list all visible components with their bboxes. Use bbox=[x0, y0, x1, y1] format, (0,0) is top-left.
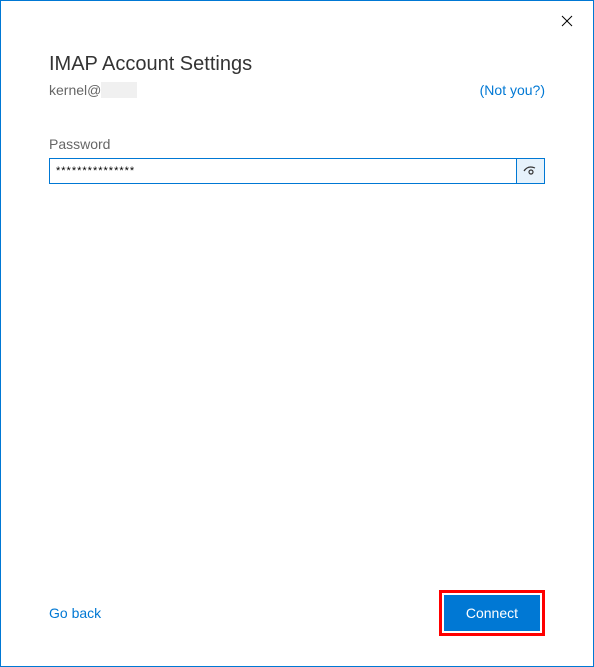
header-row: kernel@ (Not you?) bbox=[49, 82, 545, 98]
close-button[interactable] bbox=[557, 11, 577, 31]
email-prefix: kernel@ bbox=[49, 82, 101, 98]
password-input[interactable] bbox=[50, 159, 516, 183]
not-you-link[interactable]: (Not you?) bbox=[480, 82, 545, 98]
password-field-container bbox=[49, 158, 545, 184]
email-display: kernel@ bbox=[49, 82, 137, 98]
footer: Go back Connect bbox=[49, 590, 545, 636]
connect-highlight: Connect bbox=[439, 590, 545, 636]
email-domain-redacted bbox=[101, 82, 137, 98]
connect-button[interactable]: Connect bbox=[444, 595, 540, 631]
password-label: Password bbox=[49, 136, 545, 152]
page-title: IMAP Account Settings bbox=[49, 53, 545, 76]
close-icon bbox=[561, 15, 573, 27]
reveal-password-button[interactable] bbox=[516, 159, 544, 183]
dialog-window: IMAP Account Settings kernel@ (Not you?)… bbox=[0, 0, 594, 667]
eye-icon bbox=[523, 165, 539, 177]
content-area: IMAP Account Settings kernel@ (Not you?)… bbox=[1, 1, 593, 184]
go-back-link[interactable]: Go back bbox=[49, 605, 101, 621]
